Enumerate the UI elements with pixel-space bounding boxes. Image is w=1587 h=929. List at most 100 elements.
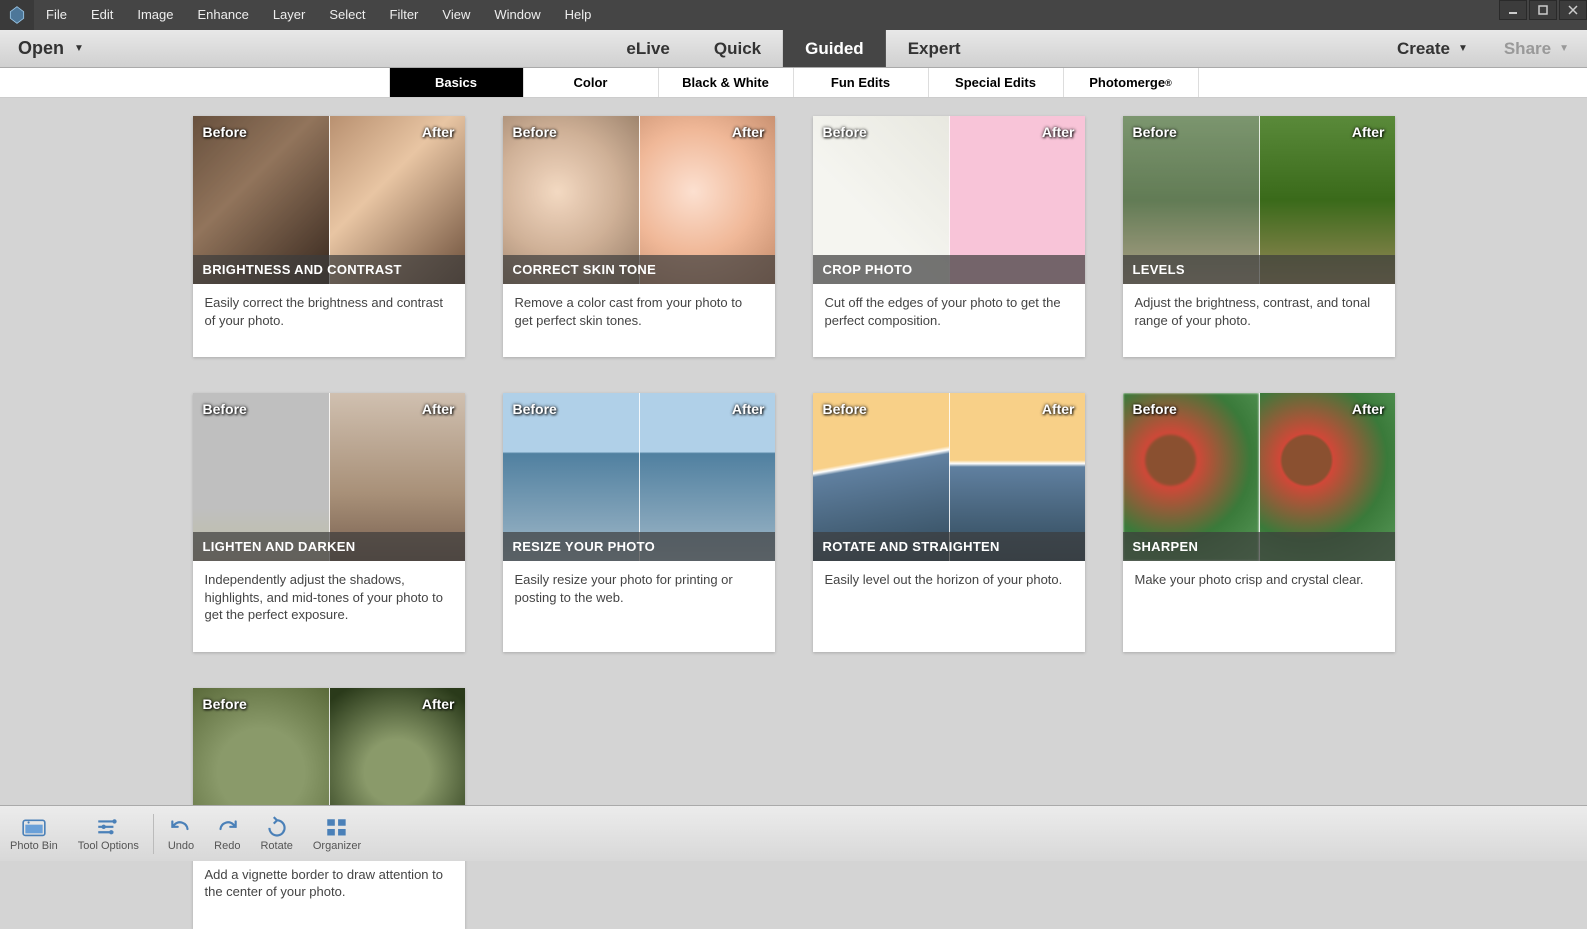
card-preview: Before After SHARPEN [1123, 393, 1395, 561]
minimize-button[interactable] [1499, 0, 1527, 20]
after-label: After [422, 401, 455, 417]
redo-icon [214, 816, 240, 838]
before-label: Before [513, 401, 557, 417]
card-title: CROP PHOTO [813, 255, 1085, 284]
open-label: Open [18, 38, 64, 59]
before-label: Before [203, 696, 247, 712]
undo-label: Undo [168, 840, 194, 852]
before-label: Before [823, 124, 867, 140]
window-controls [1497, 0, 1587, 20]
rotate-icon [264, 816, 290, 838]
guided-card-sharpen[interactable]: Before After SHARPENMake your photo crisp … [1123, 393, 1395, 652]
guided-card-lighten[interactable]: Before After LIGHTEN AND DARKENIndependent… [193, 393, 465, 652]
caret-down-icon: ▼ [1458, 43, 1468, 54]
after-label: After [422, 696, 455, 712]
close-button[interactable] [1559, 0, 1587, 20]
organizer-icon [324, 816, 350, 838]
maximize-button[interactable] [1529, 0, 1557, 20]
card-description: Make your photo crisp and crystal clear. [1123, 561, 1395, 626]
card-title: SHARPEN [1123, 532, 1395, 561]
category-tab-special-edits[interactable]: Special Edits [929, 68, 1064, 97]
menu-file[interactable]: File [34, 0, 79, 30]
menu-help[interactable]: Help [553, 0, 604, 30]
share-label: Share [1504, 39, 1551, 59]
mode-toolbar: Open ▼ eLiveQuickGuidedExpert Create ▼ S… [0, 30, 1587, 68]
tool-options-button[interactable]: Tool Options [68, 806, 149, 861]
category-tab-basics[interactable]: Basics [389, 68, 524, 97]
card-description: Easily resize your photo for printing or… [503, 561, 775, 634]
guided-card-boy[interactable]: BeforeAfterBRIGHTNESS AND CONTRASTEasily… [193, 116, 465, 357]
tool-options-label: Tool Options [78, 840, 139, 852]
category-tab-black-white[interactable]: Black & White [659, 68, 794, 97]
before-label: Before [823, 401, 867, 417]
create-button[interactable]: Create ▼ [1379, 39, 1486, 59]
card-preview: BeforeAfterCORRECT SKIN TONE [503, 116, 775, 284]
create-label: Create [1397, 39, 1450, 59]
photo-bin-button[interactable]: Photo Bin [0, 806, 68, 861]
menu-enhance[interactable]: Enhance [186, 0, 261, 30]
before-label: Before [513, 124, 557, 140]
share-button[interactable]: Share ▼ [1486, 39, 1587, 59]
before-label: Before [203, 124, 247, 140]
photo-bin-label: Photo Bin [10, 840, 58, 852]
guided-card-pencils[interactable]: Before After CROP PHOTOCut off the edges o… [813, 116, 1085, 357]
mode-tab-expert[interactable]: Expert [886, 30, 983, 67]
category-tab-fun-edits[interactable]: Fun Edits [794, 68, 929, 97]
menu-select[interactable]: Select [317, 0, 377, 30]
card-description: Independently adjust the shadows, highli… [193, 561, 465, 652]
after-label: After [732, 124, 765, 140]
before-label: Before [1133, 124, 1177, 140]
redo-label: Redo [214, 840, 240, 852]
card-title: BRIGHTNESS AND CONTRAST [193, 255, 465, 284]
organizer-button[interactable]: Organizer [303, 806, 371, 861]
separator [153, 814, 154, 854]
tool-options-icon [95, 816, 121, 838]
caret-down-icon: ▼ [1559, 43, 1569, 54]
after-label: After [732, 401, 765, 417]
mode-tab-guided[interactable]: Guided [783, 30, 886, 67]
card-title: LIGHTEN AND DARKEN [193, 532, 465, 561]
organizer-label: Organizer [313, 840, 361, 852]
menu-layer[interactable]: Layer [261, 0, 318, 30]
card-preview: Before After RESIZE YOUR PHOTO [503, 393, 775, 561]
before-label: Before [203, 401, 247, 417]
redo-button[interactable]: Redo [204, 806, 250, 861]
menu-bar: FileEditImageEnhanceLayerSelectFilterVie… [0, 0, 1587, 30]
category-tab-photomerge[interactable]: Photomerge® [1064, 68, 1199, 97]
category-tabs: BasicsColorBlack & WhiteFun EditsSpecial… [0, 68, 1587, 98]
card-title: RESIZE YOUR PHOTO [503, 532, 775, 561]
undo-button[interactable]: Undo [158, 806, 204, 861]
menu-edit[interactable]: Edit [79, 0, 125, 30]
photo-bin-icon [21, 816, 47, 838]
guided-card-rotate[interactable]: BeforeAfterROTATE AND STRAIGHTENEasily l… [813, 393, 1085, 652]
menu-window[interactable]: Window [482, 0, 552, 30]
after-label: After [422, 124, 455, 140]
guided-card-levels[interactable]: BeforeAfterLEVELSAdjust the brightness, … [1123, 116, 1395, 357]
card-description: Remove a color cast from your photo to g… [503, 284, 775, 357]
caret-down-icon: ▼ [74, 43, 84, 54]
card-preview: Before After BRIGHTNESS AND CONTRAST [193, 116, 465, 284]
bottom-toolbar: Photo Bin Tool Options Undo Redo Rotate … [0, 805, 1587, 861]
open-button[interactable]: Open ▼ [0, 30, 98, 67]
guided-card-resize[interactable]: Before After RESIZE YOUR PHOTOEasily resiz… [503, 393, 775, 652]
after-label: After [1352, 124, 1385, 140]
rotate-label: Rotate [260, 840, 292, 852]
card-preview: Before After CROP PHOTO [813, 116, 1085, 284]
before-label: Before [1133, 401, 1177, 417]
after-label: After [1352, 401, 1385, 417]
menu-image[interactable]: Image [125, 0, 185, 30]
after-label: After [1042, 124, 1075, 140]
card-preview: BeforeAfterROTATE AND STRAIGHTEN [813, 393, 1085, 561]
rotate-button[interactable]: Rotate [250, 806, 302, 861]
mode-tab-quick[interactable]: Quick [692, 30, 783, 67]
menu-filter[interactable]: Filter [378, 0, 431, 30]
mode-tab-elive[interactable]: eLive [604, 30, 691, 67]
after-label: After [1042, 401, 1075, 417]
card-title: LEVELS [1123, 255, 1395, 284]
card-description: Easily level out the horizon of your pho… [813, 561, 1085, 626]
category-tab-color[interactable]: Color [524, 68, 659, 97]
menu-view[interactable]: View [430, 0, 482, 30]
guided-card-baby[interactable]: BeforeAfterCORRECT SKIN TONERemove a col… [503, 116, 775, 357]
undo-icon [168, 816, 194, 838]
card-description: Cut off the edges of your photo to get t… [813, 284, 1085, 357]
